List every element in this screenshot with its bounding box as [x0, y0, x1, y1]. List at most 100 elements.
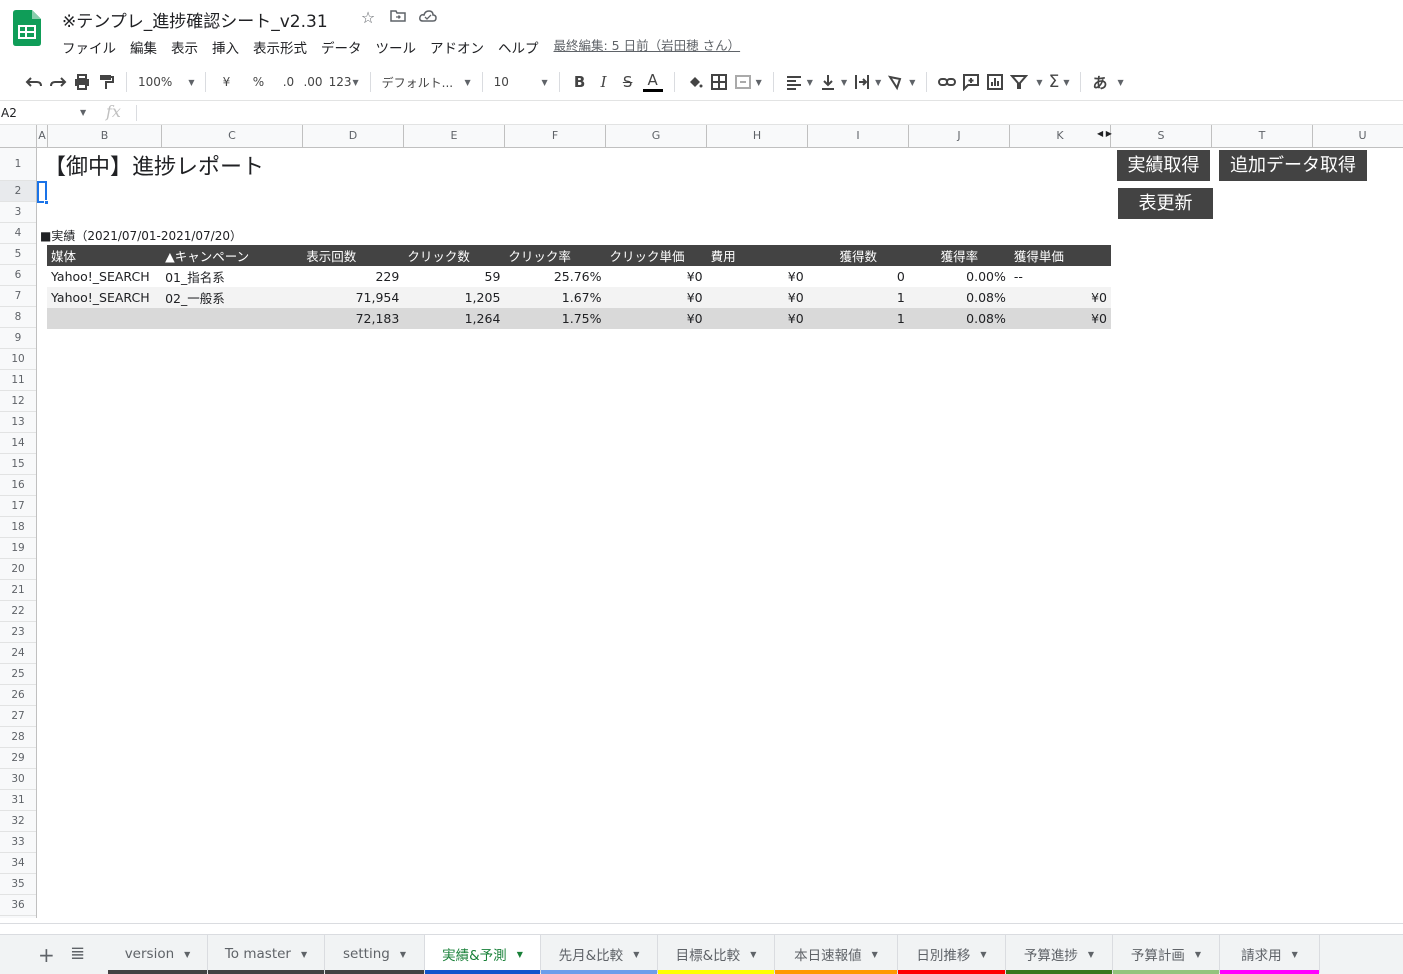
text-rotation-icon[interactable]: ▼ — [884, 68, 918, 96]
cell-cost[interactable]: ¥0 — [707, 266, 808, 287]
cell-media[interactable] — [47, 308, 162, 329]
row-header-8[interactable]: 8 — [0, 307, 36, 328]
print-icon[interactable] — [70, 68, 94, 96]
cell-impressions[interactable]: 229 — [302, 266, 403, 287]
hidden-columns-arrows-icon[interactable]: ◀ ▶ — [1097, 129, 1112, 138]
row-header-4[interactable]: 4 — [0, 223, 36, 244]
row-header-7[interactable]: 7 — [0, 286, 36, 307]
more-formats-button[interactable]: 123 ▼ — [326, 68, 362, 96]
cell-cpa[interactable]: ¥0 — [1009, 287, 1111, 308]
column-header-g[interactable]: G — [606, 125, 707, 147]
cell-ctr[interactable]: 25.76% — [504, 266, 605, 287]
cell-conversions[interactable]: 1 — [807, 308, 909, 329]
functions-icon[interactable]: Σ ▼ — [1046, 68, 1073, 96]
cell-media[interactable]: Yahoo!_SEARCH — [47, 266, 161, 287]
sheet-tab-7[interactable]: 日別推移 ▼ — [898, 935, 1006, 974]
add-sheet-icon[interactable]: + — [38, 943, 55, 967]
chevron-down-icon[interactable]: ▼ — [980, 950, 986, 959]
menu-tools[interactable]: ツール — [369, 37, 424, 57]
chevron-down-icon[interactable]: ▼ — [400, 950, 406, 959]
cell-cpc[interactable]: ¥0 — [605, 287, 707, 308]
cell-clicks[interactable]: 1,205 — [403, 287, 505, 308]
sheet-tab-1[interactable]: To master ▼ — [208, 935, 325, 974]
chevron-down-icon[interactable]: ▼ — [1195, 950, 1201, 959]
column-header-u[interactable]: U — [1313, 125, 1403, 147]
sheet-tab-5[interactable]: 目標&比較 ▼ — [658, 935, 775, 974]
increase-decimal-button[interactable]: .00 — [300, 68, 325, 96]
row-header-28[interactable]: 28 — [0, 727, 36, 748]
row-header-13[interactable]: 13 — [0, 412, 36, 433]
cell-cpa[interactable]: ¥0 — [1009, 308, 1111, 329]
input-tools-button[interactable]: あ ▼ — [1089, 68, 1126, 96]
row-header-5[interactable]: 5 — [0, 244, 36, 265]
header-conversions[interactable]: 獲得数 — [807, 245, 909, 266]
cell-ctr[interactable]: 1.75% — [504, 308, 606, 329]
filter-icon[interactable]: ▼ — [1007, 68, 1045, 96]
row-header-21[interactable]: 21 — [0, 580, 36, 601]
sheet-tab-6[interactable]: 本日速報値 ▼ — [775, 935, 898, 974]
sheet-tab-8[interactable]: 予算進捗 ▼ — [1006, 935, 1113, 974]
row-header-16[interactable]: 16 — [0, 475, 36, 496]
cell-cvr[interactable]: 0.08% — [908, 308, 1010, 329]
row-header-32[interactable]: 32 — [0, 811, 36, 832]
row-header-1[interactable]: 1 — [0, 148, 36, 181]
row-header-27[interactable]: 27 — [0, 706, 36, 727]
all-sheets-menu-icon[interactable]: ≣ — [70, 943, 85, 964]
menu-format[interactable]: 表示形式 — [246, 37, 314, 57]
column-header-f[interactable]: F — [505, 125, 606, 147]
row-header-30[interactable]: 30 — [0, 769, 36, 790]
name-box[interactable]: A2 — [0, 101, 92, 125]
row-header-34[interactable]: 34 — [0, 853, 36, 874]
column-header-h[interactable]: H — [707, 125, 808, 147]
column-header-i[interactable]: I — [808, 125, 909, 147]
last-edit-link[interactable]: 最終編集: 5 日前（岩田穂 さん） — [554, 37, 741, 57]
row-header-3[interactable]: 3 — [0, 202, 36, 223]
cell-campaign[interactable] — [161, 308, 303, 329]
sheet-tab-3[interactable]: 実績&予測 ▼ — [425, 935, 541, 974]
cell-cost[interactable]: ¥0 — [706, 308, 808, 329]
cell-cvr[interactable]: 0.08% — [908, 287, 1010, 308]
font-select[interactable]: デフォルト... ▼ — [379, 68, 474, 96]
column-header-j[interactable]: J — [909, 125, 1010, 147]
row-header-20[interactable]: 20 — [0, 559, 36, 580]
insert-link-icon[interactable] — [935, 68, 959, 96]
fill-color-icon[interactable] — [683, 68, 707, 96]
row-header-19[interactable]: 19 — [0, 538, 36, 559]
row-header-36[interactable]: 36 — [0, 895, 36, 916]
column-header-k[interactable]: K — [1010, 125, 1111, 147]
cell-conversions[interactable]: 1 — [807, 287, 909, 308]
strikethrough-button[interactable]: S — [616, 68, 640, 96]
paint-format-icon[interactable] — [94, 68, 118, 96]
insert-chart-icon[interactable] — [983, 68, 1007, 96]
chevron-down-icon[interactable]: ▼ — [1088, 950, 1094, 959]
chevron-down-icon[interactable]: ▼ — [750, 950, 756, 959]
row-header-12[interactable]: 12 — [0, 391, 36, 412]
cell-media[interactable]: Yahoo!_SEARCH — [47, 287, 162, 308]
percent-format-button[interactable]: % — [246, 68, 270, 96]
italic-button[interactable]: I — [592, 68, 616, 96]
row-header-6[interactable]: 6 — [0, 265, 36, 286]
cell-ctr[interactable]: 1.67% — [504, 287, 606, 308]
row-header-22[interactable]: 22 — [0, 601, 36, 622]
header-cvr[interactable]: 獲得率 — [908, 245, 1010, 266]
undo-icon[interactable] — [22, 68, 46, 96]
chevron-down-icon[interactable]: ▼ — [184, 950, 190, 959]
cell-conversions[interactable]: 0 — [808, 266, 909, 287]
cloud-saved-icon[interactable] — [418, 8, 438, 28]
menu-file[interactable]: ファイル — [62, 37, 123, 57]
row-header-10[interactable]: 10 — [0, 349, 36, 370]
column-header-s[interactable]: S — [1111, 125, 1212, 147]
cell-cvr[interactable]: 0.00% — [909, 266, 1010, 287]
row-header-15[interactable]: 15 — [0, 454, 36, 475]
text-wrap-icon[interactable]: ▼ — [850, 68, 884, 96]
header-media[interactable]: 媒体 — [47, 245, 162, 266]
column-header-c[interactable]: C — [162, 125, 303, 147]
menu-insert[interactable]: 挿入 — [205, 37, 246, 57]
menu-view[interactable]: 表示 — [164, 37, 205, 57]
row-header-2[interactable]: 2 — [0, 181, 36, 202]
cell-cpc[interactable]: ¥0 — [606, 266, 707, 287]
cell-cost[interactable]: ¥0 — [706, 287, 808, 308]
menu-data[interactable]: データ — [314, 37, 369, 57]
text-color-button[interactable]: A — [640, 68, 666, 96]
row-header-31[interactable]: 31 — [0, 790, 36, 811]
